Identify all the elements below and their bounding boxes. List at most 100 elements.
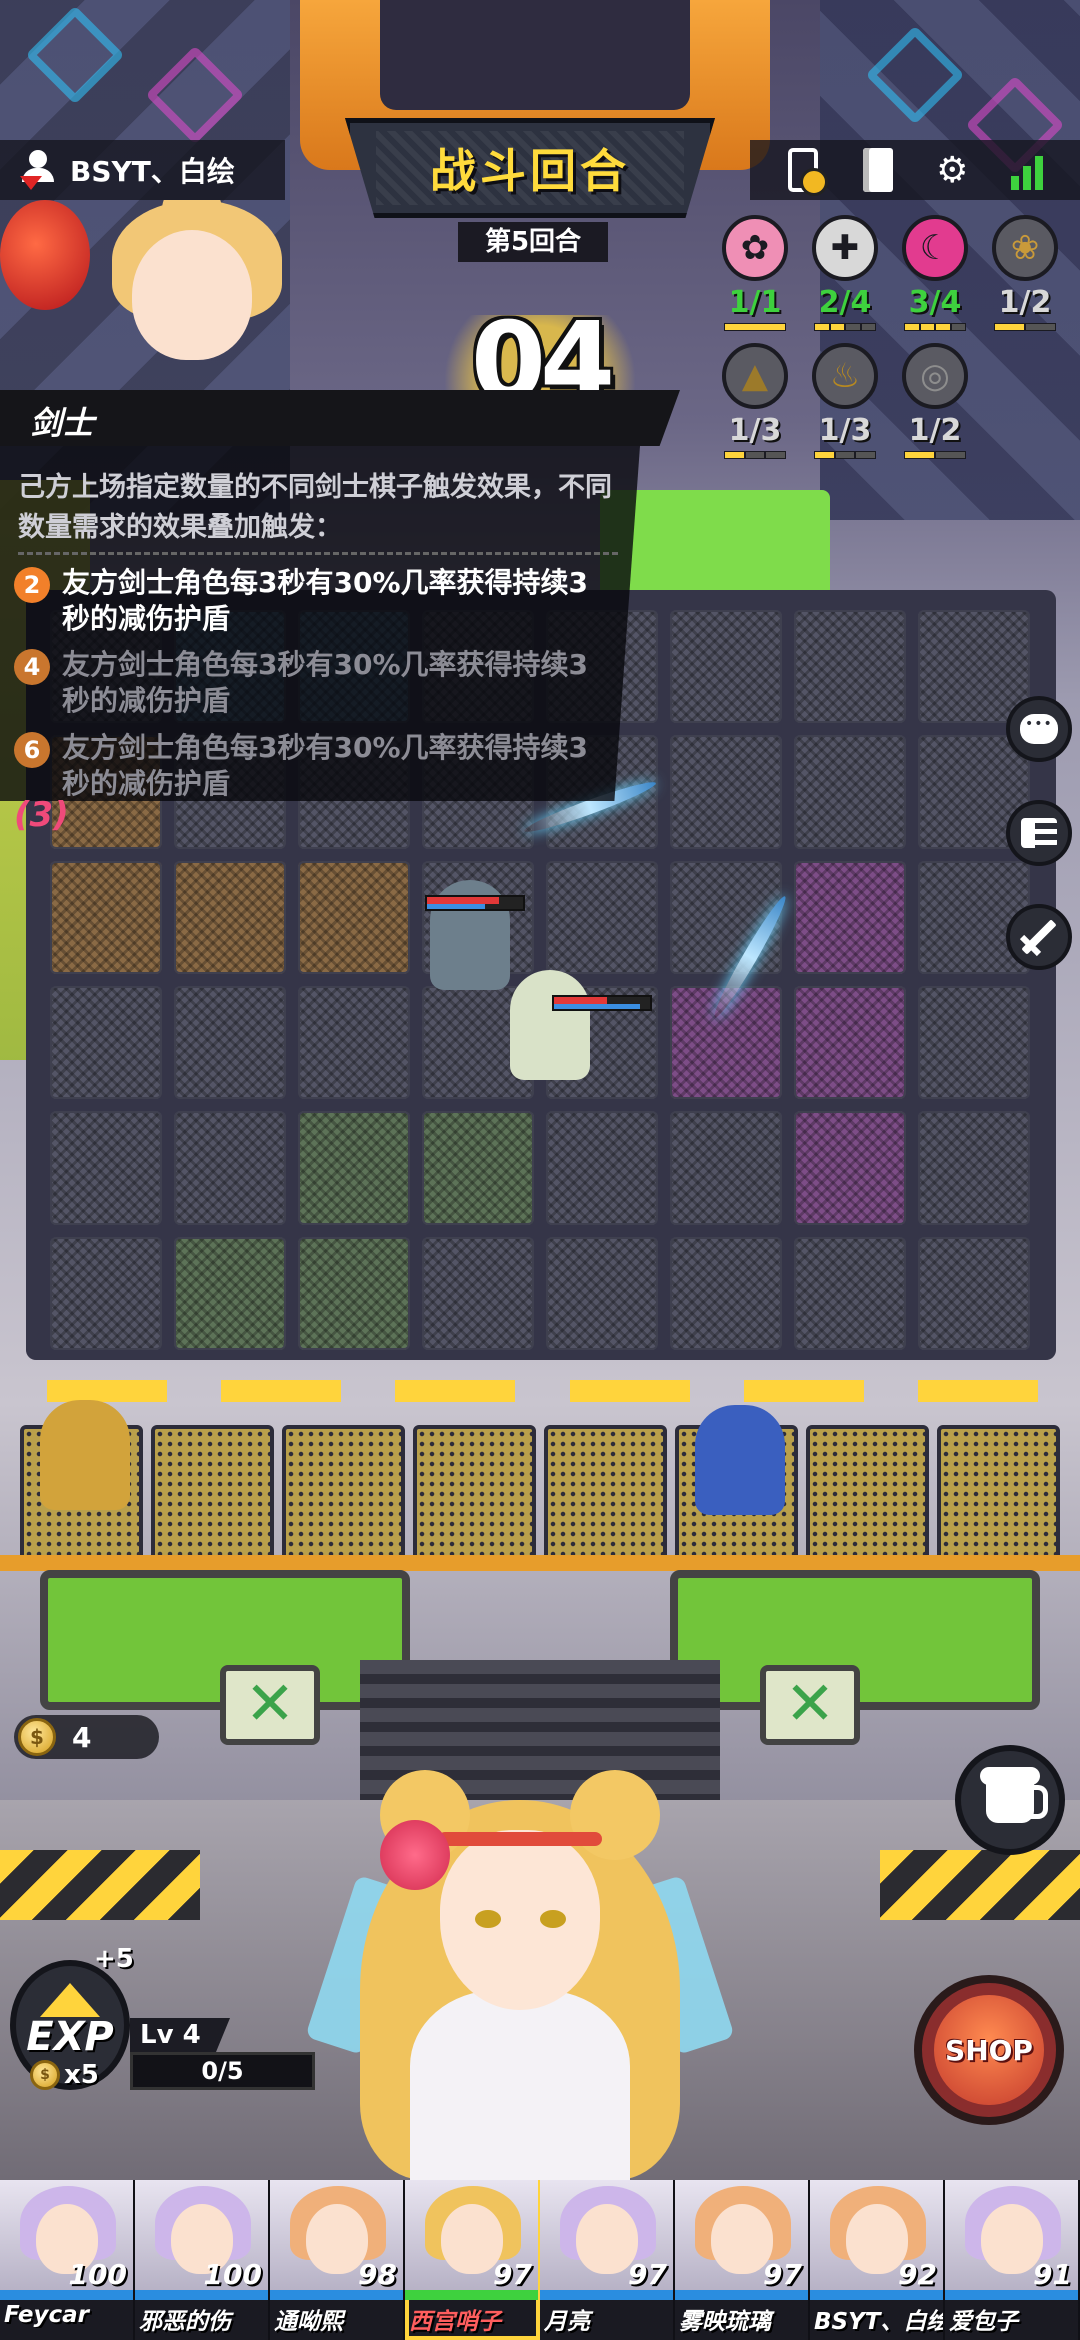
board-cell[interactable] (50, 986, 162, 1100)
level-up-arrow-icon (40, 1983, 100, 2017)
hood-icon: ▲ (722, 343, 788, 409)
player-health: 97 (763, 2258, 802, 2291)
hazard-stripes (880, 1850, 1080, 1920)
roster-player[interactable]: 92 BSYT、白绘 (810, 2180, 945, 2340)
synergy-current-count: (3) (14, 795, 69, 835)
bench-slot[interactable] (544, 1425, 667, 1565)
flame-icon: ♨ (812, 343, 878, 409)
player-health-bar (675, 2290, 808, 2300)
roster-player[interactable]: 91 爱包子 (945, 2180, 1080, 2340)
blade-swirl-icon: ☾ (902, 215, 968, 281)
phone-sync-icon[interactable] (781, 148, 829, 196)
board-cell[interactable] (298, 860, 410, 974)
board-cell[interactable] (918, 1111, 1030, 1225)
board-cell[interactable] (918, 1236, 1030, 1350)
synergy-effect-tier: 6 友方剑士角色每3秒有30%几率获得持续3秒的减伤护盾 (14, 730, 614, 802)
roster-player[interactable]: 97 雾映琉璃 (675, 2180, 810, 2340)
bench-slot[interactable] (282, 1425, 405, 1565)
board-unit[interactable] (510, 970, 590, 1080)
player-name: BSYT、白绘 (814, 2309, 944, 2335)
panel-divider (18, 552, 618, 555)
board-cell[interactable] (174, 1236, 286, 1350)
player-health-bar (0, 2290, 133, 2300)
exp-gain: +5 (94, 1944, 134, 1974)
board-cell[interactable] (174, 1111, 286, 1225)
player-name: BSYT、白绘 (70, 155, 235, 188)
board-cell[interactable] (794, 986, 906, 1100)
board-cell[interactable] (174, 860, 286, 974)
board-cell[interactable] (298, 1236, 410, 1350)
bench-slot[interactable] (151, 1425, 274, 1565)
board-cell[interactable] (50, 1111, 162, 1225)
player-name: 雾映琉璃 (679, 2309, 771, 2335)
player-list-button[interactable] (1006, 800, 1072, 866)
equipment-button[interactable] (1006, 904, 1072, 970)
synergy-item[interactable]: ✿ 1/1 (710, 215, 800, 335)
gold-coin-icon: $ (30, 2060, 60, 2090)
settings-gear-icon[interactable]: ⚙ (930, 148, 974, 192)
player-health: 100 (68, 2258, 127, 2291)
synergy-item[interactable]: ◎ 1/2 (890, 343, 980, 463)
roster-player[interactable]: 97 西宫哨子 (405, 2180, 540, 2340)
shop-label: SHOP (945, 2033, 1033, 2067)
red-lantern (0, 200, 90, 310)
board-cell[interactable] (670, 735, 782, 849)
board-cell[interactable] (546, 860, 658, 974)
xp-progress-text: 0/5 (201, 2057, 244, 2085)
synergy-item[interactable]: ♨ 1/3 (800, 343, 890, 463)
arena-screen (380, 0, 690, 110)
board-cell[interactable] (50, 860, 162, 974)
roster-player[interactable]: 97 月亮 (540, 2180, 675, 2340)
board-cell[interactable] (298, 986, 410, 1100)
roster-player[interactable]: 100 邪恶的伤 (135, 2180, 270, 2340)
board-cell[interactable] (794, 860, 906, 974)
tier-requirement-badge: 6 (14, 732, 50, 768)
board-cell[interactable] (546, 1236, 658, 1350)
board-cell[interactable] (794, 1236, 906, 1350)
bench-edge (0, 1555, 1080, 1571)
tavern-button[interactable] (955, 1745, 1065, 1855)
synergy-progress (904, 323, 966, 331)
shop-button[interactable]: SHOP (914, 1975, 1064, 2125)
board-cell[interactable] (794, 735, 906, 849)
roster-player[interactable]: 100 Feycar (0, 2180, 135, 2340)
board-cell[interactable] (670, 1236, 782, 1350)
synergy-progress (814, 451, 876, 459)
cross-shield-icon: ✚ (812, 215, 878, 281)
player-name: 月亮 (544, 2309, 590, 2335)
board-cell[interactable] (422, 1111, 534, 1225)
synergy-count: 1/2 (998, 285, 1052, 320)
player-health: 98 (358, 2258, 397, 2291)
bench-unit[interactable] (40, 1400, 130, 1510)
codex-book-icon[interactable] (856, 148, 900, 192)
board-cell[interactable] (670, 610, 782, 724)
board-cell[interactable] (794, 610, 906, 724)
board-cell[interactable] (298, 1111, 410, 1225)
player-avatar-portrait (92, 200, 332, 400)
synergy-item[interactable]: ❀ 1/2 (980, 215, 1070, 335)
chat-button[interactable] (1006, 696, 1072, 762)
player-name: Feycar (4, 2302, 90, 2328)
board-cell[interactable] (422, 1236, 534, 1350)
board-cell[interactable] (174, 986, 286, 1100)
hazard-stripes (0, 1850, 200, 1920)
board-cell[interactable] (546, 1111, 658, 1225)
synergy-item[interactable]: ☾ 3/4 (890, 215, 980, 335)
x-mark-icon: ✕ (220, 1665, 320, 1745)
bench-slot[interactable] (413, 1425, 536, 1565)
bench-slot[interactable] (937, 1425, 1060, 1565)
synergy-item[interactable]: ▲ 1/3 (710, 343, 800, 463)
synergy-count: 1/1 (728, 285, 782, 320)
synergy-progress (994, 323, 1056, 331)
board-cell[interactable] (794, 1111, 906, 1225)
player-health: 91 (1033, 2258, 1072, 2291)
synergy-item[interactable]: ✚ 2/4 (800, 215, 890, 335)
board-cell[interactable] (670, 1111, 782, 1225)
bench[interactable] (20, 1425, 1060, 1565)
synergy-description: 己方上场指定数量的不同剑士棋子触发效果，不同数量需求的效果叠加触发： (18, 472, 612, 543)
board-cell[interactable] (918, 986, 1030, 1100)
bench-slot[interactable] (806, 1425, 929, 1565)
bench-unit[interactable] (695, 1405, 785, 1515)
roster-player[interactable]: 98 通呦熙 (270, 2180, 405, 2340)
board-cell[interactable] (50, 1236, 162, 1350)
